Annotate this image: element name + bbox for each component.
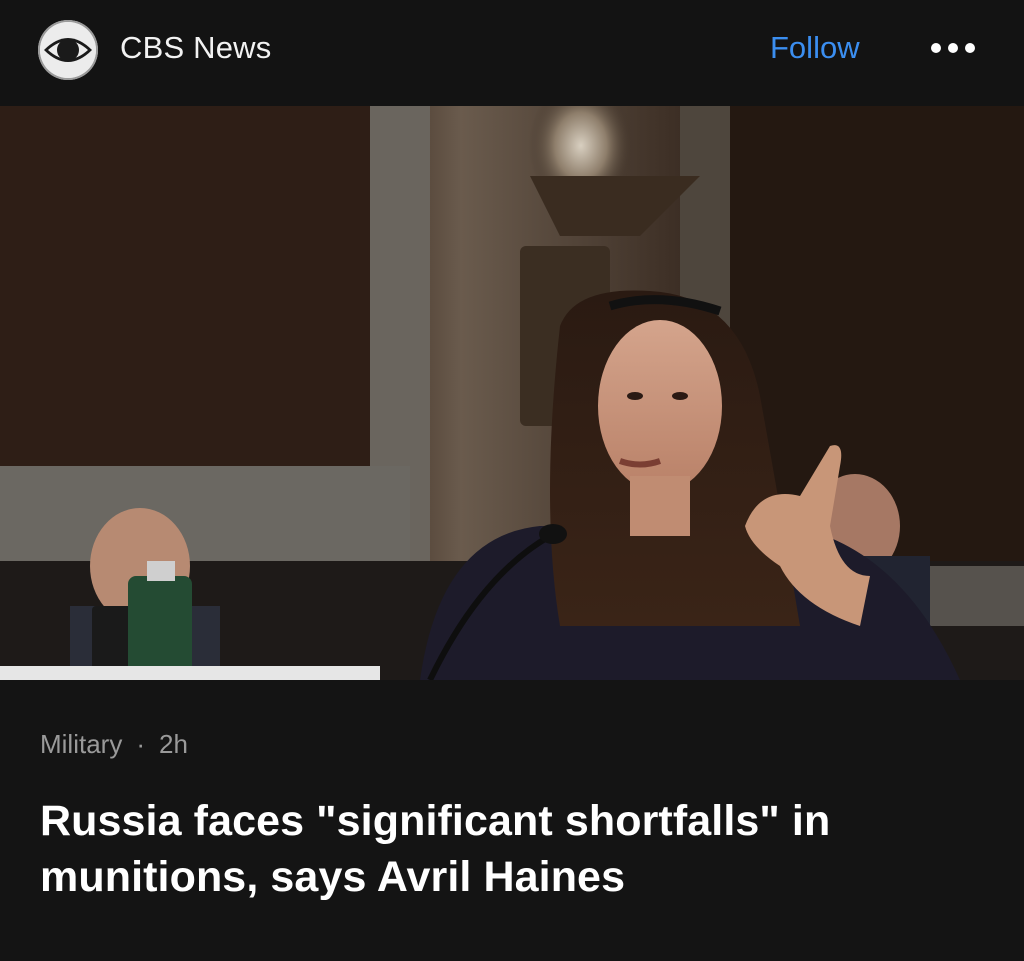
article-meta: Military · 2h [40, 727, 188, 761]
article-age: 2h [159, 729, 188, 759]
cbs-eye-icon[interactable] [38, 20, 98, 80]
article-headline[interactable]: Russia faces "significant shortfalls" in… [40, 793, 990, 905]
article-category[interactable]: Military [40, 729, 122, 759]
source-name[interactable]: CBS News [120, 28, 271, 68]
more-horizontal-icon[interactable] [926, 34, 982, 62]
article-photo[interactable] [0, 106, 1024, 680]
news-card[interactable]: CBS News Follow Military · 2h Russia fac… [0, 0, 1024, 961]
meta-separator: · [136, 729, 146, 759]
follow-button[interactable]: Follow [770, 28, 860, 68]
source-header: CBS News Follow [0, 0, 1024, 106]
